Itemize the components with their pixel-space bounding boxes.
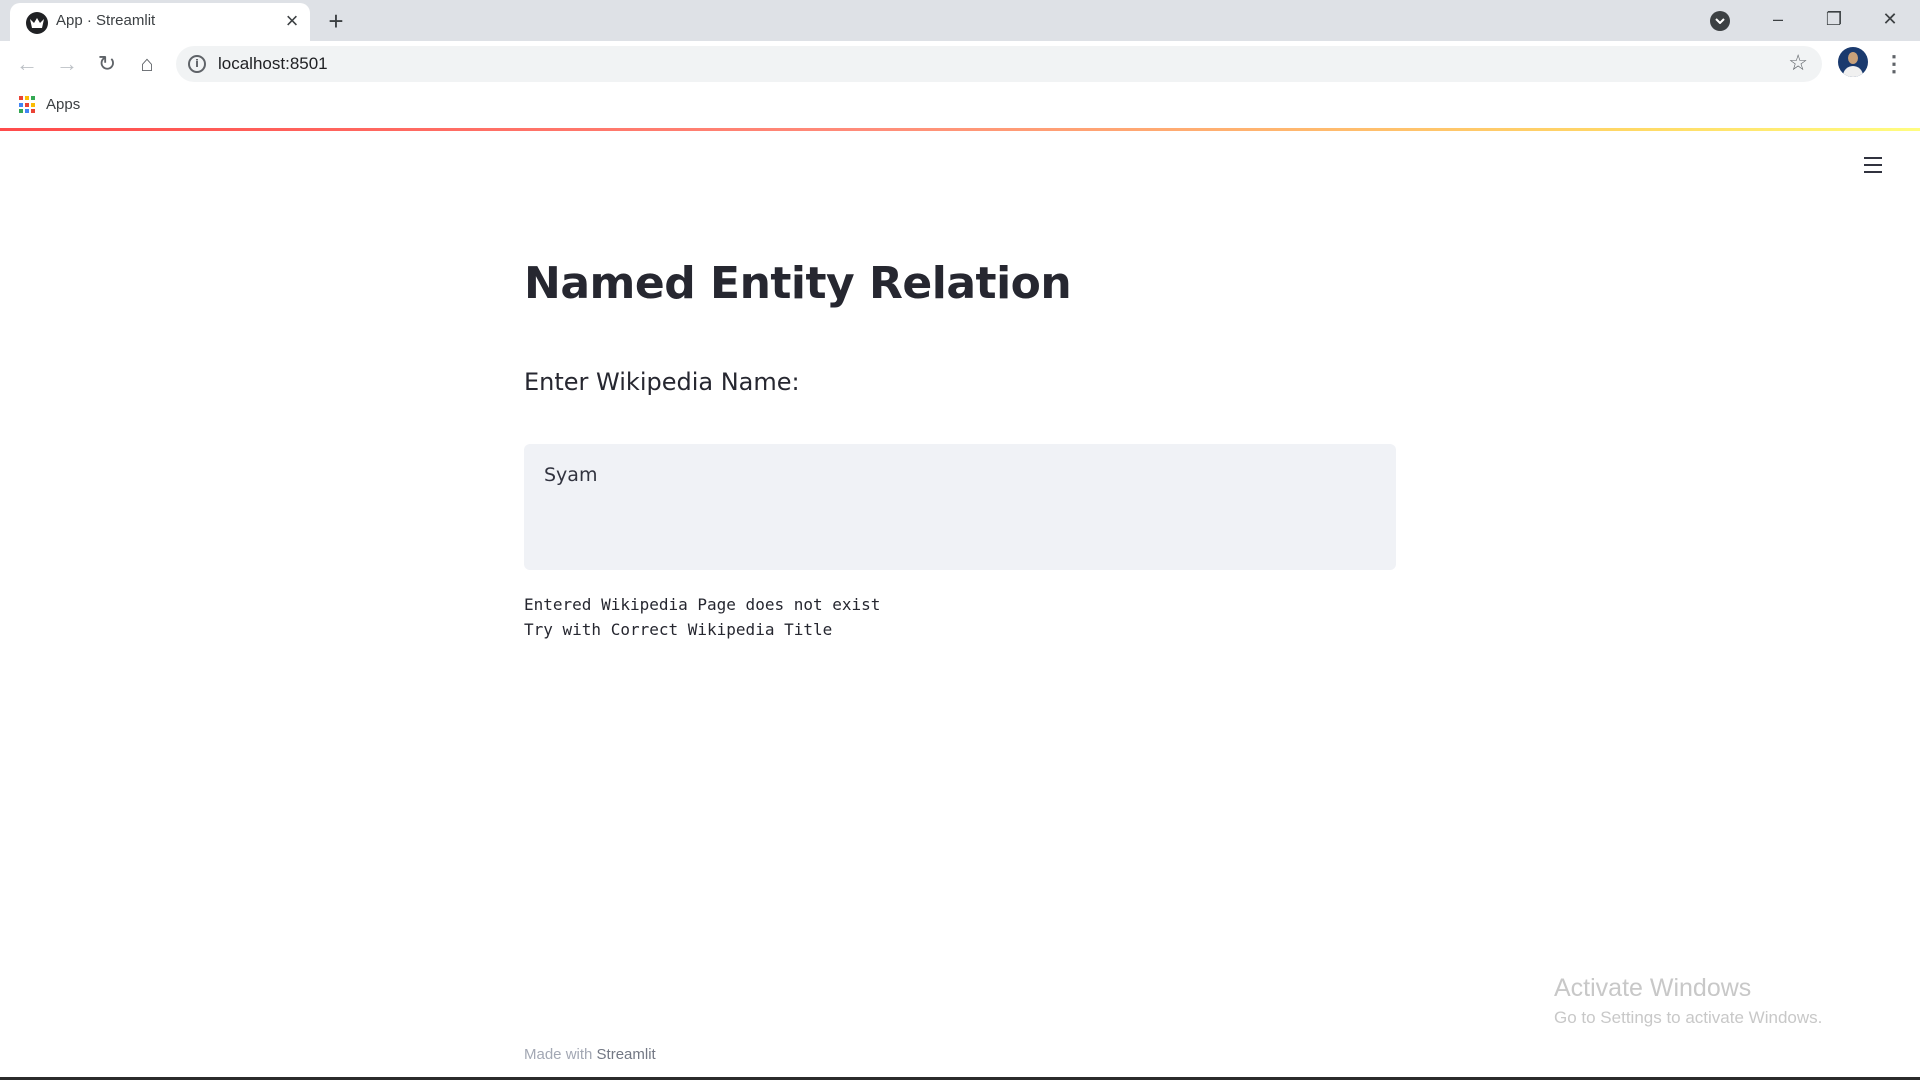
apps-bookmark[interactable]: Apps [46,96,80,113]
streamlit-crown-icon [26,12,48,34]
address-bar[interactable]: i localhost:8501 ☆ [176,46,1822,82]
streamlit-decoration-bar [0,128,1920,131]
hamburger-line [1864,171,1882,173]
minimize-button[interactable]: – [1750,0,1806,38]
browser-tab-strip: App · Streamlit × + – ❐ ✕ [0,0,1920,41]
tab-title: App · Streamlit [56,12,156,29]
browser-tab[interactable]: App · Streamlit × [10,3,310,41]
avatar-shirt [1843,66,1863,77]
new-tab-button[interactable]: + [322,7,350,35]
footer: Made with Streamlit [524,1046,656,1063]
reload-icon[interactable]: ↻ [92,49,122,79]
home-icon[interactable]: ⌂ [132,49,162,79]
browser-menu-icon[interactable]: ⋮ [1882,49,1906,79]
bookmarks-bar [0,88,1920,129]
page-title: Named Entity Relation [524,258,1072,309]
text-area-value[interactable]: Syam [544,464,597,486]
browser-toolbar: ← → ↻ ⌂ i localhost:8501 ☆ ⋮ [0,41,1920,88]
wikipedia-name-text-area[interactable]: Syam [524,444,1396,570]
bookmark-star-icon[interactable]: ☆ [1788,50,1808,76]
url-text[interactable]: localhost:8501 [218,54,328,74]
activate-windows-title: Activate Windows [1554,974,1752,1002]
tab-close-icon[interactable]: × [280,9,304,33]
streamlit-link[interactable]: Streamlit [597,1046,656,1063]
site-info-icon[interactable]: i [188,55,206,73]
tab-search-icon[interactable] [1710,11,1730,31]
back-arrow-icon[interactable]: ← [12,49,42,79]
restore-button[interactable]: ❐ [1806,0,1862,38]
footer-prefix: Made with [524,1046,597,1063]
wikipedia-name-label: Enter Wikipedia Name: [524,368,800,396]
hamburger-menu-icon[interactable] [1862,154,1886,176]
window-close-button[interactable]: ✕ [1862,0,1918,38]
profile-avatar[interactable] [1838,47,1868,77]
activate-windows-subtitle: Go to Settings to activate Windows. [1554,1008,1823,1027]
forward-arrow-icon[interactable]: → [52,49,82,79]
error-message-text: Entered Wikipedia Page does not exist Tr… [524,595,881,639]
hamburger-line [1864,157,1882,159]
apps-grid-icon[interactable] [19,96,37,114]
hamburger-line [1864,164,1882,166]
avatar-face [1848,52,1858,64]
